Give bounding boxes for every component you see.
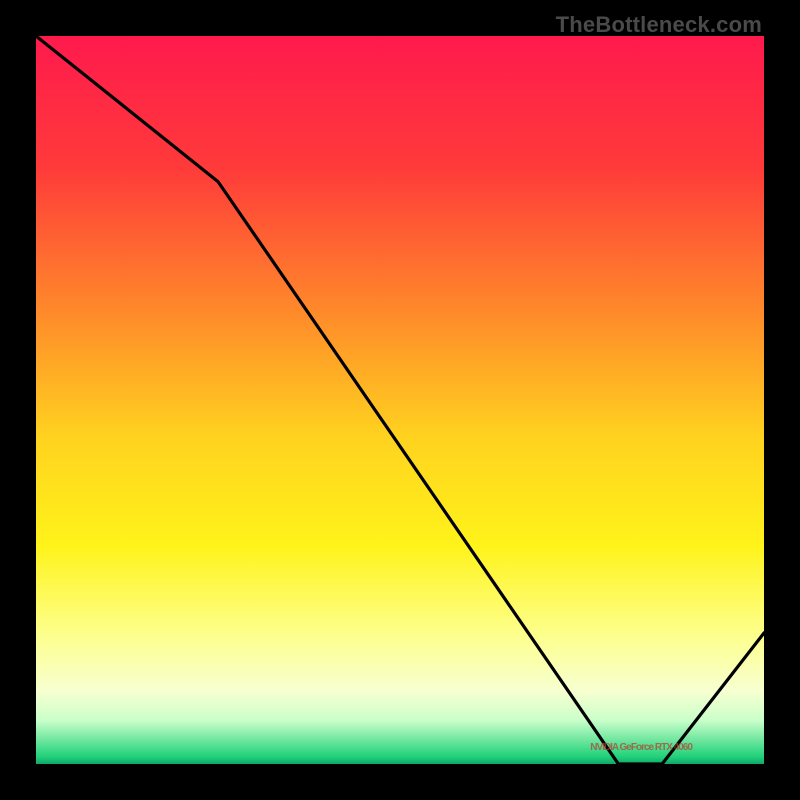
plot-area: NVIDIA GeForce RTX 4060 — [36, 36, 764, 764]
chart-frame: NVIDIA GeForce RTX 4060 TheBottleneck.co… — [0, 0, 800, 800]
bottleneck-line — [36, 36, 764, 764]
watermark-text: TheBottleneck.com — [556, 12, 762, 38]
baseline-gpu-label: NVIDIA GeForce RTX 4060 — [590, 742, 692, 753]
